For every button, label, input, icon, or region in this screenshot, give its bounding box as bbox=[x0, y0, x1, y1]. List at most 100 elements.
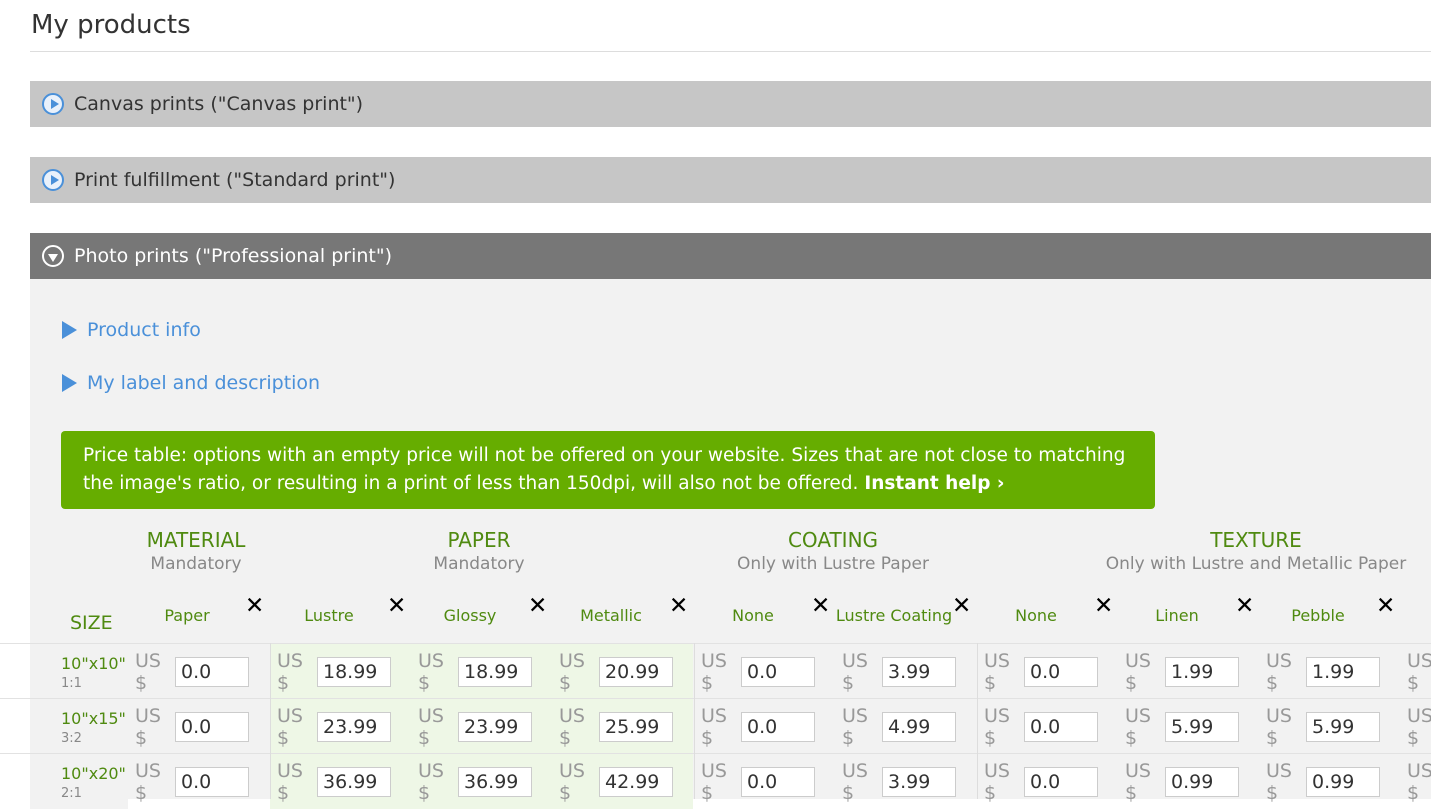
price-cell: US $ bbox=[835, 644, 976, 699]
price-input[interactable] bbox=[175, 711, 249, 742]
price-input[interactable] bbox=[1165, 656, 1239, 687]
price-cell: US $ bbox=[411, 754, 552, 809]
instant-help-link[interactable]: Instant help › bbox=[864, 473, 1004, 494]
price-input[interactable] bbox=[599, 711, 673, 742]
price-input[interactable] bbox=[175, 656, 249, 687]
price-cell: US $ bbox=[1400, 644, 1431, 699]
currency-label: US $ bbox=[1266, 649, 1292, 694]
price-cell: US $ bbox=[270, 699, 411, 754]
currency-label: US $ bbox=[701, 759, 727, 804]
column-group-divider bbox=[694, 643, 695, 799]
price-cell: US $ bbox=[1118, 644, 1259, 699]
price-cell: US $ bbox=[552, 754, 693, 809]
accordion-canvas-prints[interactable]: Canvas prints ("Canvas print") bbox=[30, 81, 1431, 127]
product-info-link[interactable]: Product info bbox=[62, 319, 201, 341]
price-input[interactable] bbox=[317, 766, 391, 797]
price-input[interactable] bbox=[1306, 711, 1380, 742]
group-subtitle: Only with Lustre Paper bbox=[737, 554, 929, 574]
price-cell: US $ bbox=[270, 644, 411, 699]
accordion-label: Photo prints ("Professional print") bbox=[74, 245, 392, 267]
accordion-photo-prints[interactable]: Photo prints ("Professional print") bbox=[30, 233, 1431, 279]
price-cell: US $ bbox=[1400, 699, 1431, 754]
group-subtitle: Mandatory bbox=[433, 554, 525, 574]
currency-label: US $ bbox=[418, 649, 444, 694]
price-input[interactable] bbox=[458, 766, 532, 797]
column-label: Linen bbox=[1155, 606, 1199, 625]
currency-label: US $ bbox=[984, 704, 1010, 749]
remove-column-icon[interactable]: ✕ bbox=[952, 593, 971, 619]
group-subtitle: Mandatory bbox=[150, 554, 242, 574]
size-ratio: 3:2 bbox=[61, 731, 82, 746]
column-header-lustre-coating: Lustre Coating ✕ bbox=[835, 593, 976, 638]
currency-label: US $ bbox=[1407, 649, 1431, 694]
price-cell: US $ bbox=[128, 754, 269, 809]
price-input[interactable] bbox=[458, 711, 532, 742]
currency-label: US $ bbox=[1125, 704, 1151, 749]
currency-label: US $ bbox=[701, 704, 727, 749]
remove-column-icon[interactable]: ✕ bbox=[1235, 593, 1254, 619]
price-input[interactable] bbox=[1024, 656, 1098, 687]
price-cell: US $ bbox=[1400, 754, 1431, 809]
price-input[interactable] bbox=[458, 656, 532, 687]
price-input[interactable] bbox=[741, 656, 815, 687]
currency-label: US $ bbox=[1125, 759, 1151, 804]
column-header-pebble: Pebble ✕ bbox=[1259, 593, 1400, 638]
column-label: None bbox=[732, 606, 774, 625]
price-input[interactable] bbox=[175, 766, 249, 797]
price-input[interactable] bbox=[741, 711, 815, 742]
price-input[interactable] bbox=[1024, 766, 1098, 797]
column-label: Paper bbox=[164, 606, 210, 625]
price-input[interactable] bbox=[1306, 656, 1380, 687]
price-input[interactable] bbox=[317, 711, 391, 742]
price-cell: US $ bbox=[552, 644, 693, 699]
size-ratio: 1:1 bbox=[61, 676, 82, 691]
currency-label: US $ bbox=[842, 759, 868, 804]
remove-column-icon[interactable]: ✕ bbox=[669, 593, 688, 619]
column-label: Lustre Coating bbox=[835, 606, 953, 625]
size-value: 10"x20" bbox=[61, 764, 126, 783]
price-input[interactable] bbox=[1306, 766, 1380, 797]
product-info-label: Product info bbox=[87, 319, 201, 341]
remove-column-icon[interactable]: ✕ bbox=[528, 593, 547, 619]
expand-triangle-icon bbox=[62, 374, 77, 392]
remove-column-icon[interactable]: ✕ bbox=[1094, 593, 1113, 619]
column-label: Glossy bbox=[443, 606, 497, 625]
column-header-none: None ✕ bbox=[977, 593, 1118, 638]
group-title: TEXTURE bbox=[1210, 528, 1302, 552]
remove-column-icon[interactable]: ✕ bbox=[387, 593, 406, 619]
price-input[interactable] bbox=[1165, 766, 1239, 797]
price-input[interactable] bbox=[882, 656, 956, 687]
expand-triangle-icon bbox=[62, 321, 77, 339]
price-input[interactable] bbox=[599, 766, 673, 797]
price-cell: US $ bbox=[835, 699, 976, 754]
remove-column-icon[interactable]: ✕ bbox=[811, 593, 830, 619]
price-cell: US $ bbox=[552, 699, 693, 754]
price-cell: US $ bbox=[1118, 754, 1259, 809]
column-header-linen: Linen ✕ bbox=[1118, 593, 1259, 638]
currency-label: US $ bbox=[1266, 704, 1292, 749]
size-header: SIZE bbox=[70, 612, 113, 634]
remove-column-icon[interactable]: ✕ bbox=[245, 593, 264, 619]
currency-label: US $ bbox=[135, 759, 161, 804]
price-input[interactable] bbox=[599, 656, 673, 687]
price-input[interactable] bbox=[317, 656, 391, 687]
currency-label: US $ bbox=[559, 649, 585, 694]
column-header-metallic: Metallic ✕ bbox=[552, 593, 693, 638]
accordion-print-fulfillment[interactable]: Print fulfillment ("Standard print") bbox=[30, 157, 1431, 203]
column-header-paper: Paper ✕ bbox=[128, 593, 269, 638]
price-input[interactable] bbox=[741, 766, 815, 797]
remove-column-icon[interactable]: ✕ bbox=[1376, 593, 1395, 619]
label-description-label: My label and description bbox=[87, 372, 321, 394]
currency-label: US $ bbox=[1407, 759, 1431, 804]
currency-label: US $ bbox=[559, 759, 585, 804]
label-description-link[interactable]: My label and description bbox=[62, 372, 320, 394]
price-input[interactable] bbox=[882, 766, 956, 797]
price-cell: US $ bbox=[977, 699, 1118, 754]
price-cell: US $ bbox=[1118, 699, 1259, 754]
price-input[interactable] bbox=[1165, 711, 1239, 742]
price-input[interactable] bbox=[1024, 711, 1098, 742]
group-title: COATING bbox=[787, 528, 879, 552]
group-title: MATERIAL bbox=[146, 528, 246, 552]
price-cell: US $ bbox=[1259, 644, 1400, 699]
price-input[interactable] bbox=[882, 711, 956, 742]
